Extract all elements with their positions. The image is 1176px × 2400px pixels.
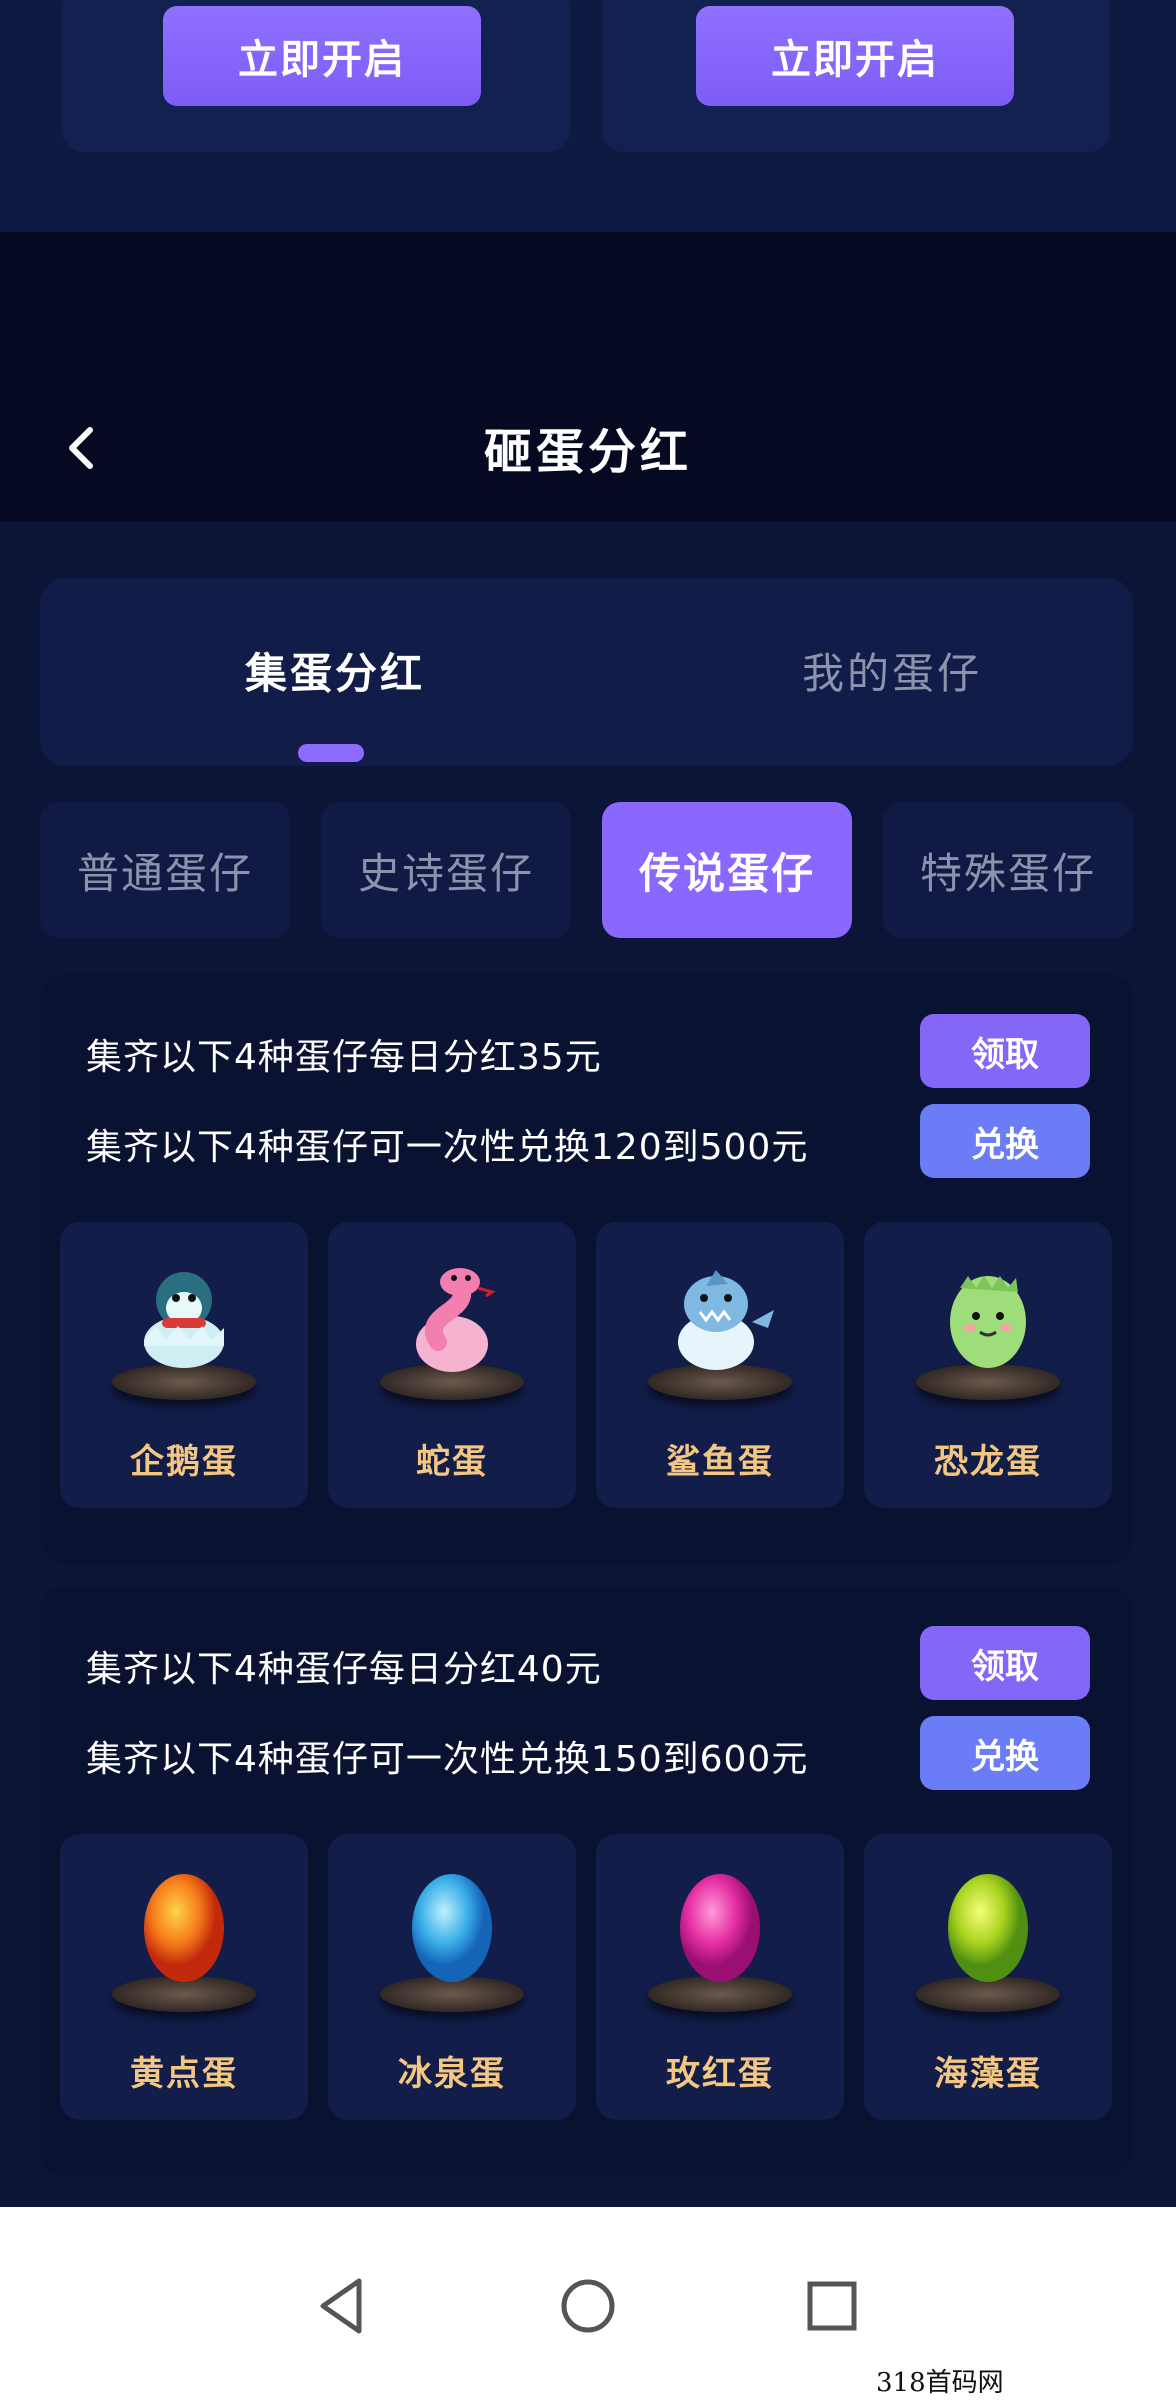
home-circle-icon[interactable] [553, 2271, 623, 2341]
rose-red-egg-icon [680, 1874, 760, 1982]
egg-card[interactable]: 鲨鱼蛋 [596, 1222, 844, 1508]
egg-name: 恐龙蛋 [934, 1442, 1042, 1482]
previous-section: 立即开启 立即开启 [0, 0, 1176, 232]
egg-name: 蛇蛋 [416, 1442, 488, 1482]
subtab-special[interactable]: 特殊蛋仔 [883, 802, 1133, 938]
page-title: 砸蛋分红 [483, 424, 692, 480]
header: 砸蛋分红 [0, 380, 1176, 520]
egg-card[interactable]: 恐龙蛋 [864, 1222, 1112, 1508]
subtab-legendary[interactable]: 传说蛋仔 [602, 802, 852, 938]
watermark-text: 318首码网 www.E318.com [876, 2368, 1080, 2400]
main-content: 集蛋分红 我的蛋仔 普通蛋仔 史诗蛋仔 传说蛋仔 特殊蛋仔 集齐以下4种蛋仔每日… [0, 522, 1176, 2207]
exchange-button[interactable]: 兑换 [920, 1716, 1090, 1790]
egg-name: 冰泉蛋 [398, 2054, 506, 2094]
back-triangle-icon[interactable] [307, 2271, 377, 2341]
egg-card[interactable]: 冰泉蛋 [328, 1834, 576, 2120]
egg-card[interactable]: 蛇蛋 [328, 1222, 576, 1508]
recents-square-icon[interactable] [797, 2271, 867, 2341]
exchange-text: 集齐以下4种蛋仔可一次性兑换150到600元 [86, 1739, 809, 1780]
seaweed-egg-icon [948, 1874, 1028, 1982]
egg-name: 黄点蛋 [130, 2054, 238, 2094]
subtab-common[interactable]: 普通蛋仔 [40, 802, 290, 938]
egg-name: 鲨鱼蛋 [666, 1442, 774, 1482]
egg-card[interactable]: 企鹅蛋 [60, 1222, 308, 1508]
subtab-epic[interactable]: 史诗蛋仔 [321, 802, 571, 938]
tab-my-eggs[interactable]: 我的蛋仔 [802, 640, 982, 701]
egg-card[interactable]: 海藻蛋 [864, 1834, 1112, 2120]
egg-name: 企鹅蛋 [130, 1442, 238, 1482]
exchange-text: 集齐以下4种蛋仔可一次性兑换120到500元 [86, 1127, 809, 1168]
egg-set-panel: 集齐以下4种蛋仔每日分红40元 集齐以下4种蛋仔可一次性兑换150到600元 领… [40, 1586, 1133, 2176]
claim-button[interactable]: 领取 [920, 1626, 1090, 1700]
claim-button[interactable]: 领取 [920, 1014, 1090, 1088]
egg-name: 玫红蛋 [666, 2054, 774, 2094]
tab-bar: 集蛋分红 我的蛋仔 [40, 578, 1133, 766]
dinosaur-egg-icon [950, 1276, 1026, 1368]
daily-dividend-text: 集齐以下4种蛋仔每日分红35元 [86, 1037, 602, 1078]
active-tab-indicator [298, 744, 364, 762]
egg-set-panel: 集齐以下4种蛋仔每日分红35元 集齐以下4种蛋仔可一次性兑换120到500元 领… [40, 974, 1133, 1564]
egg-name: 海藻蛋 [934, 2054, 1042, 2094]
egg-card[interactable]: 玫红蛋 [596, 1834, 844, 2120]
open-now-button-left[interactable]: 立即开启 [163, 6, 481, 106]
open-now-button-right[interactable]: 立即开启 [696, 6, 1014, 106]
snake-egg-icon [416, 1268, 496, 1372]
daily-dividend-text: 集齐以下4种蛋仔每日分红40元 [86, 1649, 602, 1690]
ice-spring-egg-icon [412, 1874, 492, 1982]
exchange-button[interactable]: 兑换 [920, 1104, 1090, 1178]
tab-collect-eggs[interactable]: 集蛋分红 [245, 640, 425, 701]
penguin-egg-icon [144, 1272, 224, 1368]
yellow-dot-egg-icon [144, 1874, 224, 1982]
egg-card[interactable]: 黄点蛋 [60, 1834, 308, 2120]
egg-tier-tabs: 普通蛋仔 史诗蛋仔 传说蛋仔 特殊蛋仔 [40, 802, 1133, 938]
shark-egg-icon [678, 1270, 774, 1370]
